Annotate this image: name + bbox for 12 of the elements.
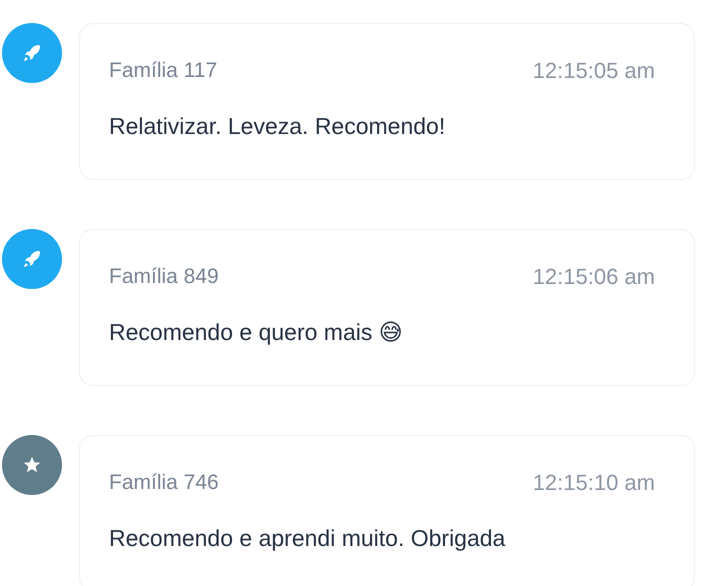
timestamp: 12:15:10 am: [532, 469, 655, 497]
timestamp: 12:15:05 am: [532, 57, 655, 85]
message-text: Recomendo e quero mais 😅: [109, 319, 403, 345]
message-text: Recomendo e aprendi muito. Obrigada: [109, 525, 506, 551]
author-name: Família 746: [109, 470, 219, 496]
author-name: Família 849: [109, 264, 219, 290]
message-text: Relativizar. Leveza. Recomendo!: [109, 113, 446, 139]
author-name: Família 117: [109, 58, 218, 84]
rocket-icon: [22, 249, 42, 269]
rocket-icon: [22, 43, 42, 63]
timestamp: 12:15:06 am: [532, 263, 655, 291]
star-icon: [23, 456, 41, 474]
